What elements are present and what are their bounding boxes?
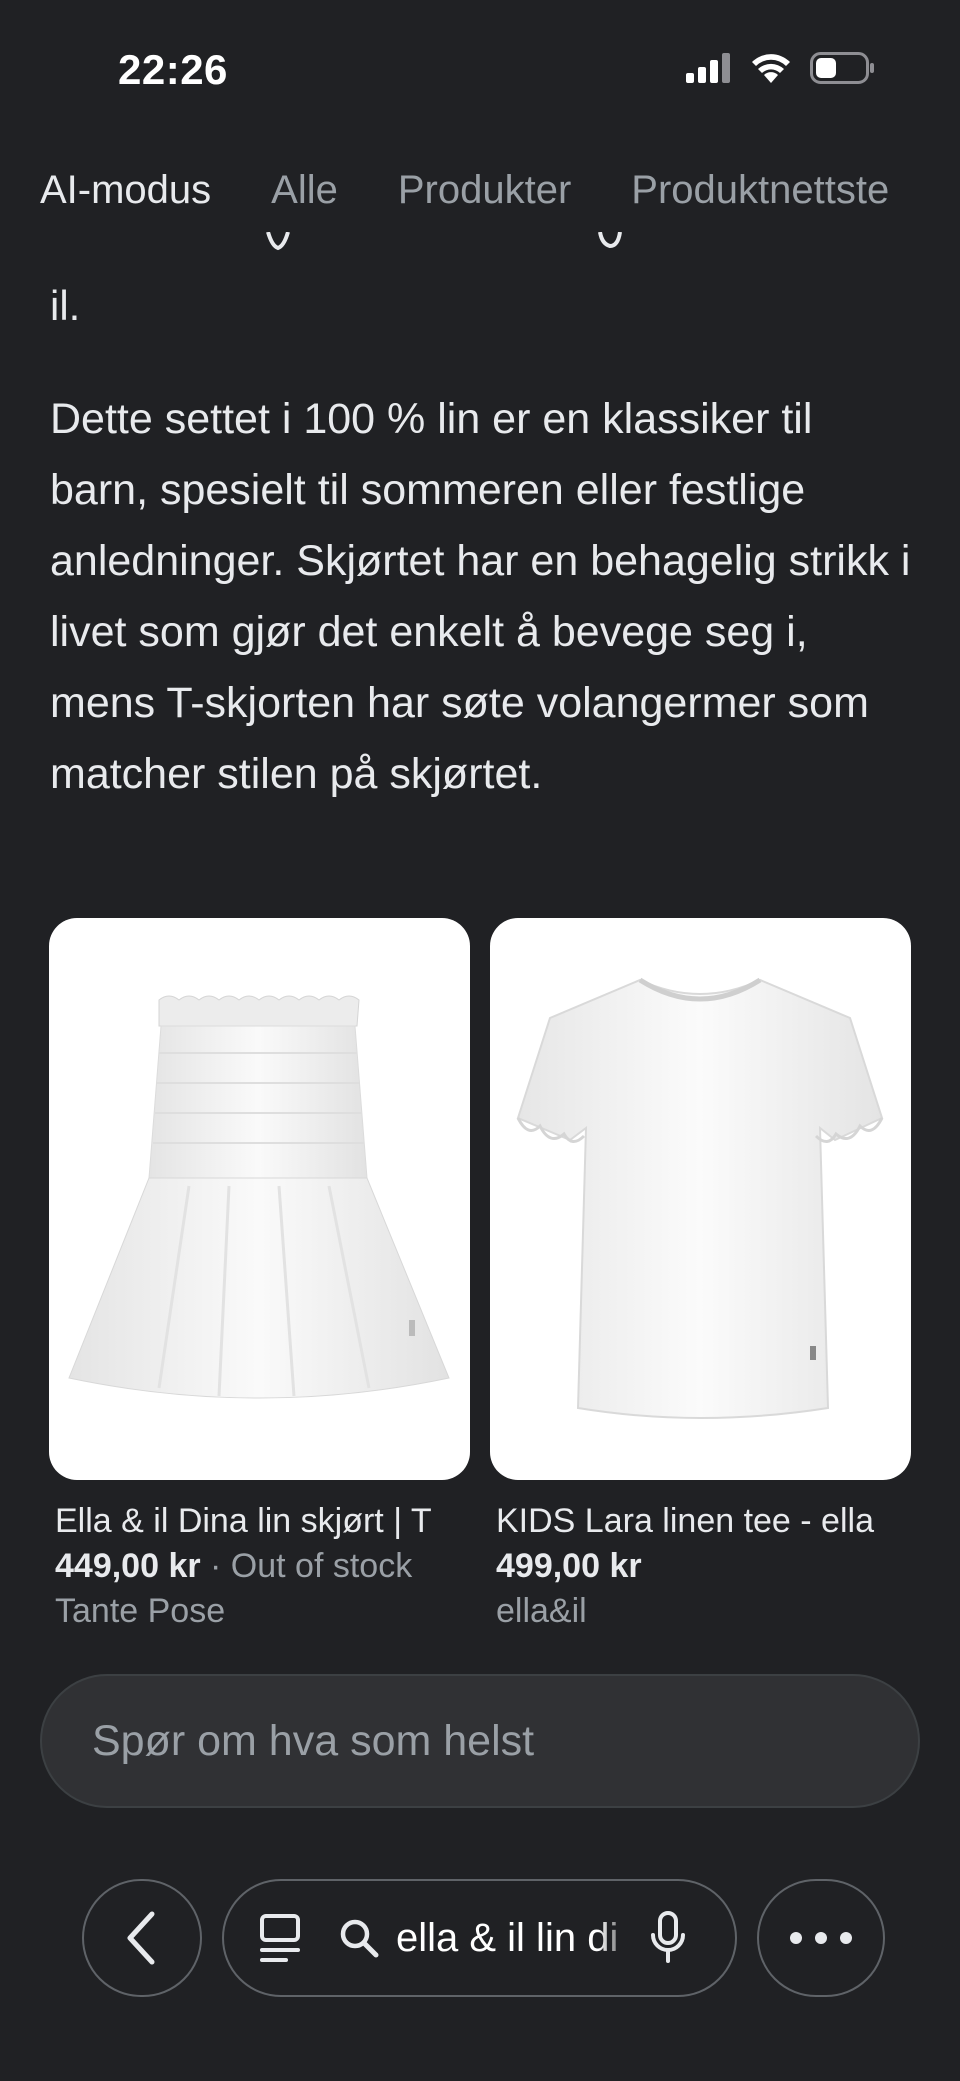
product-carousel: Ella & il Dina lin skjørt | T 449,00 kr … xyxy=(49,918,911,1631)
status-time: 22:26 xyxy=(118,46,228,93)
product-image-tshirt[interactable] xyxy=(490,918,911,1480)
cellular-signal-icon xyxy=(686,53,730,83)
product-price-line: 449,00 kr · Out of stock xyxy=(49,1547,470,1586)
product-price: 499,00 kr xyxy=(496,1547,642,1585)
tab-product-websites[interactable]: Produktnettste xyxy=(631,168,889,213)
clipped-glyphs xyxy=(266,232,622,251)
clipped-text-line xyxy=(0,232,960,252)
mic-icon[interactable] xyxy=(650,1911,686,1965)
search-mode-tabs: AI-modus Alle Produkter Produktnettste xyxy=(40,168,889,213)
status-bar: 22:26 xyxy=(0,0,960,140)
wifi-icon xyxy=(752,54,790,83)
product-image-skirt[interactable] xyxy=(49,918,470,1480)
search-bar-pill[interactable]: ella & il lin di xyxy=(222,1879,737,1997)
tab-all[interactable]: Alle xyxy=(271,168,338,213)
ask-anything-box[interactable] xyxy=(40,1674,920,1808)
product-price: 449,00 kr xyxy=(55,1547,201,1585)
more-options-button[interactable] xyxy=(757,1879,885,1997)
tab-ai-mode[interactable]: AI-modus xyxy=(40,168,211,213)
tab-products[interactable]: Produkter xyxy=(398,168,571,213)
search-icon xyxy=(340,1919,379,1958)
ask-anything-input[interactable] xyxy=(90,1715,874,1767)
white-skirt-image xyxy=(68,995,450,1399)
answer-paragraph: Dette settet i 100 % lin er en klassiker… xyxy=(50,395,911,798)
product-seller: Tante Pose xyxy=(55,1592,226,1630)
partial-answer-text: il. xyxy=(50,282,81,329)
product-card[interactable]: Ella & il Dina lin skjørt | T 449,00 kr … xyxy=(49,918,470,1631)
tabs-icon xyxy=(260,1914,300,1962)
back-button[interactable] xyxy=(82,1879,202,1997)
battery-icon xyxy=(810,52,874,84)
product-card[interactable]: KIDS Lara linen tee - ella 499,00 kr ell… xyxy=(490,918,911,1631)
product-title[interactable]: Ella & il Dina lin skjørt | T xyxy=(49,1502,470,1541)
product-seller: ella&il xyxy=(496,1592,587,1630)
status-icons xyxy=(686,52,876,84)
search-query-text[interactable]: ella & il lin di xyxy=(396,1916,634,1961)
more-icon xyxy=(790,1932,852,1944)
back-icon xyxy=(127,1911,155,1965)
product-title[interactable]: KIDS Lara linen tee - ella xyxy=(490,1502,911,1541)
white-tshirt-image xyxy=(516,977,884,1419)
product-price-line: 499,00 kr xyxy=(490,1547,911,1586)
stock-status: · Out of stock xyxy=(200,1547,413,1585)
